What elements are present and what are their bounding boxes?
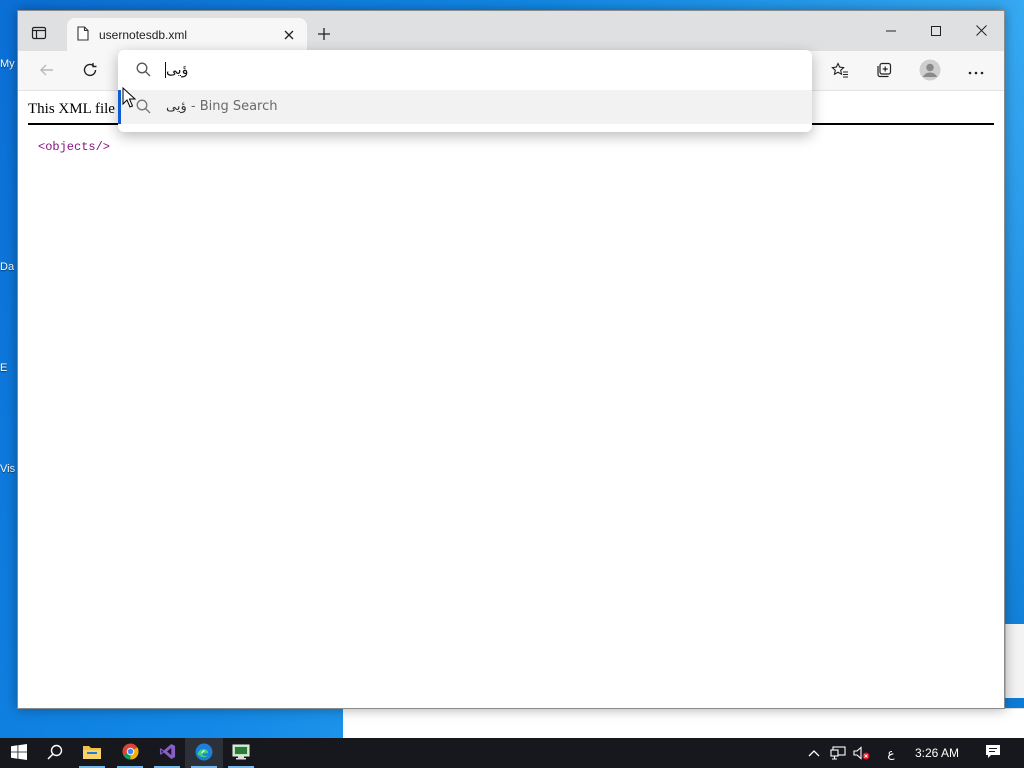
tab-close-icon[interactable]	[281, 27, 297, 43]
search-icon	[136, 62, 151, 80]
mouse-cursor-icon	[122, 86, 137, 112]
volume-muted-icon[interactable]	[853, 745, 871, 761]
refresh-button[interactable]	[75, 57, 105, 85]
suggestion-focus-indicator	[118, 90, 121, 124]
address-input[interactable]	[166, 58, 786, 82]
search-suggestion[interactable]: ؤيى - Bing Search	[118, 90, 812, 124]
edge-button[interactable]	[185, 738, 223, 768]
search-icon	[47, 744, 63, 763]
collections-button[interactable]	[869, 57, 899, 85]
suggestion-label: ؤيى - Bing Search	[166, 99, 278, 114]
action-center-icon	[985, 744, 1001, 762]
desktop-icon-label[interactable]: My	[0, 58, 18, 70]
tab-actions-button[interactable]	[28, 23, 50, 45]
back-button[interactable]	[32, 57, 62, 85]
favorites-button[interactable]	[825, 57, 855, 85]
maximize-button[interactable]	[913, 17, 959, 47]
background-window-edge	[1005, 624, 1024, 698]
page-content: This XML file <objects/>	[18, 91, 1004, 708]
windows-logo-icon	[11, 743, 27, 763]
collections-icon	[876, 62, 892, 81]
chrome-icon	[121, 743, 139, 763]
visual-studio-icon	[159, 743, 176, 763]
tab-title: usernotesdb.xml	[99, 27, 188, 42]
xml-root-element: <objects/>	[38, 140, 111, 154]
close-icon	[975, 25, 987, 39]
title-bar: usernotesdb.xml	[18, 11, 1004, 51]
close-window-button[interactable]	[958, 17, 1004, 47]
minimize-icon	[886, 25, 896, 39]
suggestion-engine: - Bing Search	[186, 99, 278, 114]
document-icon	[77, 25, 89, 44]
desktop-icon-label[interactable]: Vis	[0, 463, 18, 475]
profile-button[interactable]	[915, 57, 945, 85]
notifications-button[interactable]	[978, 738, 1008, 768]
clock-time[interactable]: 3:26 AM	[915, 746, 959, 760]
refresh-icon	[82, 62, 98, 81]
chrome-button[interactable]	[111, 738, 149, 768]
profile-icon	[919, 59, 941, 84]
network-icon[interactable]	[829, 745, 847, 761]
remote-desktop-button[interactable]	[222, 738, 260, 768]
more-icon	[968, 64, 984, 78]
edge-icon	[195, 743, 213, 764]
start-button[interactable]	[0, 738, 38, 768]
desktop-icon-label[interactable]: Da	[0, 261, 18, 273]
new-tab-button[interactable]	[312, 23, 336, 47]
chevron-up-icon[interactable]	[805, 745, 823, 761]
address-bar-dropdown: ؤيى - Bing Search	[118, 50, 812, 132]
minimize-button[interactable]	[868, 17, 914, 47]
desktop-icon-label[interactable]: E	[0, 362, 18, 374]
favorites-icon	[831, 61, 849, 81]
back-arrow-icon	[39, 62, 55, 81]
file-explorer-button[interactable]	[73, 738, 111, 768]
address-bar	[118, 50, 812, 90]
folder-icon	[83, 744, 101, 762]
tab-actions-icon	[31, 25, 47, 44]
plus-icon	[317, 27, 331, 44]
input-language-indicator[interactable]: ع	[882, 745, 900, 761]
text-caret	[165, 62, 166, 78]
background-window	[343, 708, 1024, 738]
taskbar: ع 3:26 AM	[0, 738, 1024, 768]
more-button[interactable]	[961, 57, 991, 85]
suggestion-query: ؤيى	[166, 99, 187, 114]
search-icon	[136, 99, 151, 117]
tab-usernotesdb[interactable]: usernotesdb.xml	[67, 18, 307, 51]
remote-desktop-icon	[232, 744, 250, 763]
xml-style-notice: This XML file	[28, 101, 115, 117]
maximize-icon	[931, 25, 941, 39]
visual-studio-button[interactable]	[148, 738, 186, 768]
search-button[interactable]	[36, 738, 74, 768]
